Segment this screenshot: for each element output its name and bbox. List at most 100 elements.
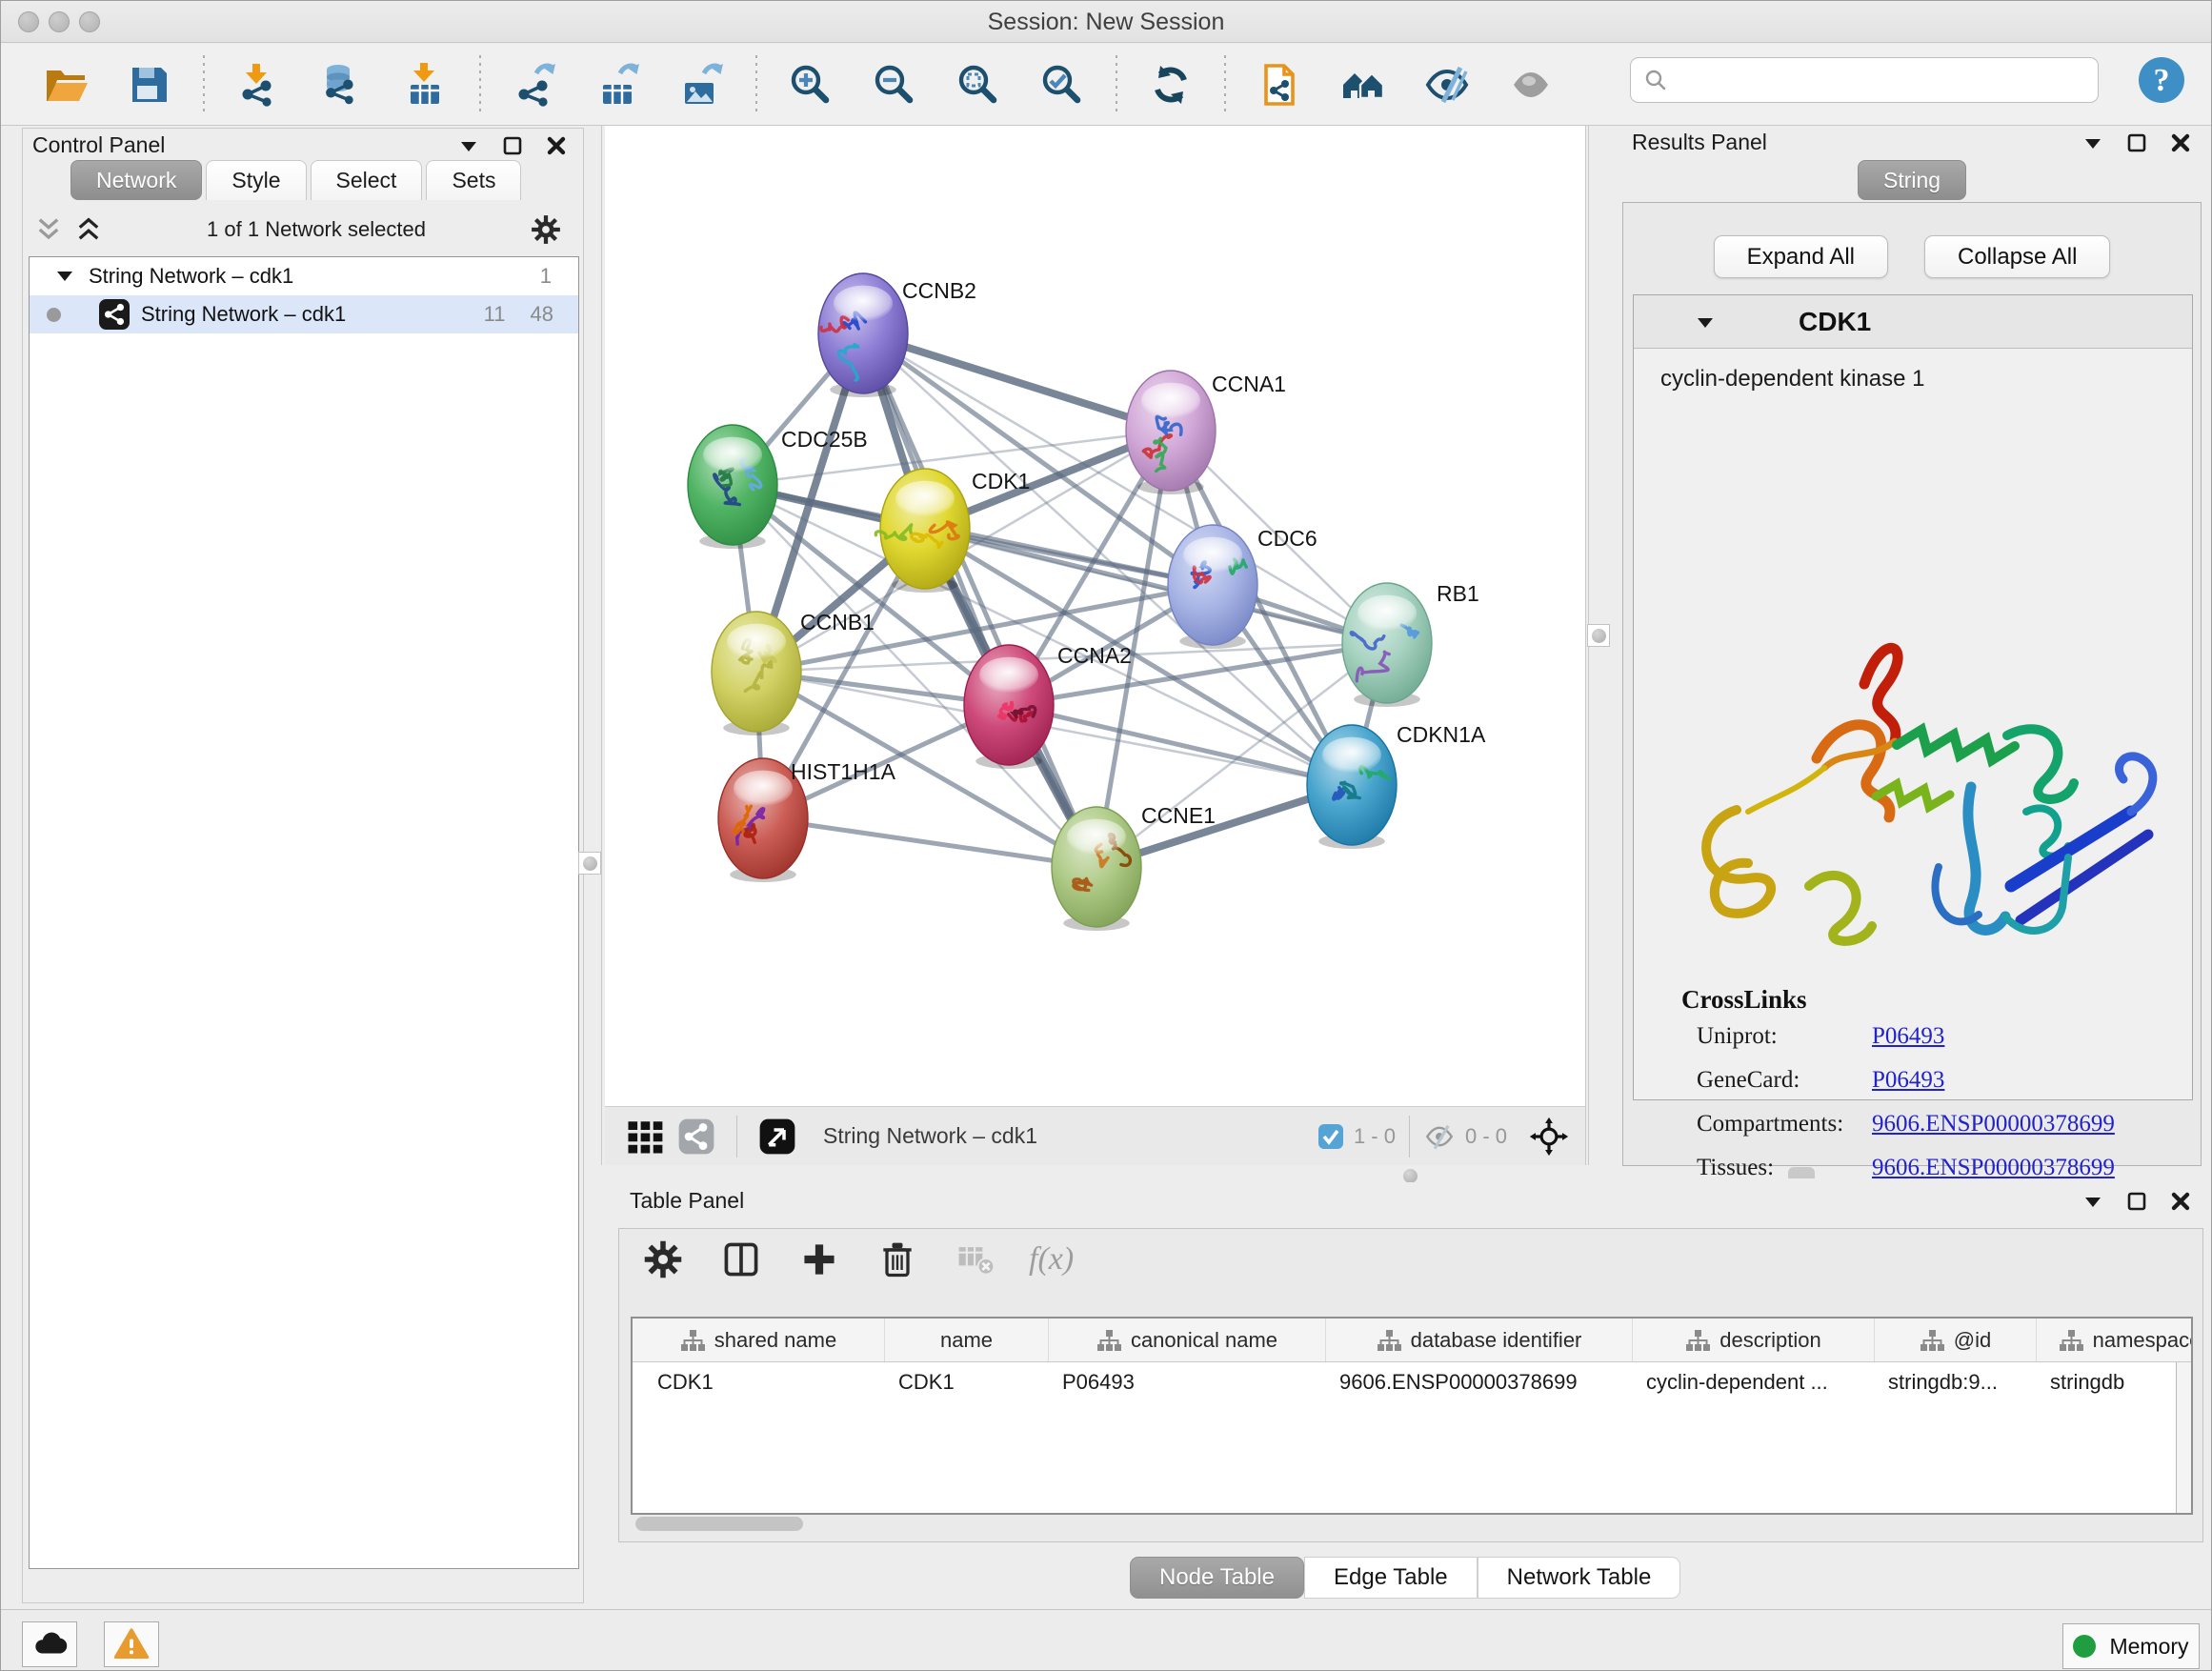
table-cell[interactable]: P06493 bbox=[1049, 1362, 1326, 1402]
import-network-from-database-button[interactable] bbox=[315, 58, 369, 111]
network-edge-CCNB2-CCNA1[interactable] bbox=[863, 333, 1171, 431]
string-view-button[interactable] bbox=[675, 1116, 717, 1158]
table-horizontal-scrollbar[interactable] bbox=[635, 1517, 803, 1531]
delete-column-button[interactable] bbox=[873, 1235, 922, 1284]
protein-structure-image bbox=[1657, 572, 2171, 972]
table-options-button[interactable] bbox=[638, 1235, 688, 1284]
tab-sets[interactable]: Sets bbox=[426, 160, 521, 200]
zoom-in-button[interactable] bbox=[784, 58, 837, 111]
column-header-databaseidentifier[interactable]: database identifier bbox=[1326, 1319, 1633, 1361]
save-session-button[interactable] bbox=[123, 58, 176, 111]
network-view-canvas[interactable]: CCNB2CCNA1CDC25BCDK1CDC6RB1CCNB1CCNA2CDK… bbox=[605, 126, 1586, 1106]
column-header-canonicalname[interactable]: canonical name bbox=[1049, 1319, 1326, 1361]
birdseye-toggle-button[interactable] bbox=[1528, 1116, 1570, 1158]
tab-edge-table[interactable]: Edge Table bbox=[1304, 1557, 1478, 1599]
tab-string[interactable]: String bbox=[1858, 160, 1966, 200]
tab-network[interactable]: Network bbox=[70, 160, 202, 200]
network-node-CCNB2[interactable] bbox=[818, 273, 908, 397]
table-cell[interactable]: CDK1 bbox=[633, 1362, 885, 1402]
import-network-from-file-button[interactable] bbox=[231, 58, 285, 111]
hide-selected-button[interactable] bbox=[1420, 58, 1474, 111]
network-edge-CCNB2-CCNE1[interactable] bbox=[863, 333, 1096, 867]
results-scroll-nub[interactable] bbox=[1788, 1167, 1815, 1178]
right-splitter-grip[interactable] bbox=[1587, 624, 1610, 647]
cdk1-entry-header[interactable]: CDK1 bbox=[1634, 295, 2192, 349]
refresh-button[interactable] bbox=[1144, 58, 1197, 111]
memory-button[interactable]: Memory bbox=[2062, 1623, 2200, 1669]
tab-network-table[interactable]: Network Table bbox=[1478, 1557, 1681, 1599]
panel-close-icon[interactable] bbox=[2169, 1190, 2192, 1213]
collapse-all-button[interactable]: Collapse All bbox=[1924, 235, 2110, 278]
function-builder-button[interactable]: f(x) bbox=[1029, 1235, 1074, 1284]
section-collapse-icon[interactable] bbox=[1694, 311, 1717, 333]
table-cell[interactable]: CDK1 bbox=[885, 1362, 1049, 1402]
left-splitter-grip[interactable] bbox=[578, 852, 601, 875]
warnings-button[interactable] bbox=[104, 1621, 159, 1667]
home-button[interactable] bbox=[1337, 58, 1390, 111]
table-row[interactable]: CDK1CDK1P064939606.ENSP00000378699cyclin… bbox=[633, 1362, 2191, 1402]
expand-all-networks-icon[interactable] bbox=[74, 215, 103, 244]
crosslink-link[interactable]: 9606.ENSP00000378699 bbox=[1872, 1155, 2115, 1181]
tree-expander-icon[interactable] bbox=[54, 266, 75, 287]
network-edge-CCNE1-HIST1H1A[interactable] bbox=[763, 818, 1096, 867]
network-node-CDKN1A[interactable] bbox=[1307, 725, 1397, 849]
expand-all-button[interactable]: Expand All bbox=[1714, 235, 1888, 278]
network-node-CCNE1[interactable] bbox=[1052, 807, 1141, 931]
search-icon bbox=[1643, 68, 1668, 92]
table-cell[interactable]: stringdb:9... bbox=[1875, 1362, 2037, 1402]
show-column-button[interactable] bbox=[716, 1235, 766, 1284]
tab-node-table[interactable]: Node Table bbox=[1130, 1557, 1304, 1599]
cybrowser-button[interactable] bbox=[1253, 58, 1306, 111]
horizontal-splitter-grip[interactable] bbox=[1403, 1169, 1418, 1183]
column-header-id[interactable]: @id bbox=[1875, 1319, 2037, 1361]
table-cell[interactable]: cyclin-dependent ... bbox=[1633, 1362, 1875, 1402]
column-header-description[interactable]: description bbox=[1633, 1319, 1875, 1361]
panel-close-icon[interactable] bbox=[545, 134, 568, 157]
selected-checkbox-icon[interactable] bbox=[1317, 1123, 1344, 1150]
tab-style[interactable]: Style bbox=[206, 160, 306, 200]
column-header-namespace[interactable]: namespace bbox=[2037, 1319, 2193, 1361]
network-tree-item-row[interactable]: String Network – cdk1 11 48 bbox=[30, 295, 578, 333]
zoom-selected-button[interactable] bbox=[1036, 58, 1089, 111]
export-network-button[interactable] bbox=[508, 58, 561, 111]
collapse-all-networks-icon[interactable] bbox=[34, 215, 63, 244]
table-cell[interactable]: 9606.ENSP00000378699 bbox=[1326, 1362, 1633, 1402]
network-node-CDC25B[interactable] bbox=[688, 425, 777, 549]
zoom-out-button[interactable] bbox=[868, 58, 921, 111]
panel-menu-icon[interactable] bbox=[457, 134, 480, 157]
zoom-fit-button[interactable] bbox=[952, 58, 1005, 111]
create-column-button[interactable] bbox=[794, 1235, 844, 1284]
table-vertical-scrollbar[interactable] bbox=[2176, 1362, 2191, 1513]
open-session-button[interactable] bbox=[39, 58, 92, 111]
table-cell[interactable]: stringdb bbox=[2037, 1362, 2193, 1402]
delete-table-button[interactable] bbox=[951, 1235, 1000, 1284]
crosslink-link[interactable]: 9606.ENSP00000378699 bbox=[1872, 1111, 2115, 1137]
zoom-in-icon bbox=[788, 62, 834, 108]
panel-close-icon[interactable] bbox=[2169, 131, 2192, 154]
network-options-gear-icon[interactable] bbox=[530, 213, 562, 246]
panel-float-icon[interactable] bbox=[2125, 1190, 2148, 1213]
crosslink-link[interactable]: P06493 bbox=[1872, 1023, 1944, 1050]
panel-float-icon[interactable] bbox=[501, 134, 524, 157]
crosslink-link[interactable]: P06493 bbox=[1872, 1067, 1944, 1094]
export-image-button[interactable] bbox=[675, 58, 729, 111]
column-header-sharedname[interactable]: shared name bbox=[633, 1319, 885, 1361]
panel-float-icon[interactable] bbox=[2125, 131, 2148, 154]
network-edge-CCNA2-CDKN1A[interactable] bbox=[1009, 705, 1352, 785]
panel-menu-icon[interactable] bbox=[2081, 131, 2104, 154]
panel-menu-icon[interactable] bbox=[2081, 1190, 2104, 1213]
search-input[interactable] bbox=[1630, 57, 2099, 103]
help-button[interactable]: ? bbox=[2137, 55, 2186, 105]
network-node-RB1[interactable] bbox=[1342, 583, 1432, 707]
cloud-button[interactable] bbox=[22, 1621, 77, 1667]
network-tree-root-row[interactable]: String Network – cdk1 1 bbox=[30, 257, 578, 295]
network-node-CCNB1[interactable] bbox=[712, 612, 801, 735]
network-node-CCNA1[interactable] bbox=[1126, 371, 1216, 494]
tab-select[interactable]: Select bbox=[311, 160, 423, 200]
left-splitter[interactable] bbox=[601, 126, 602, 1165]
export-table-button[interactable] bbox=[592, 58, 645, 111]
column-header-name[interactable]: name bbox=[885, 1319, 1049, 1361]
import-table-button[interactable] bbox=[399, 58, 452, 111]
detach-view-button[interactable] bbox=[756, 1116, 798, 1158]
grid-view-button[interactable] bbox=[624, 1116, 666, 1158]
